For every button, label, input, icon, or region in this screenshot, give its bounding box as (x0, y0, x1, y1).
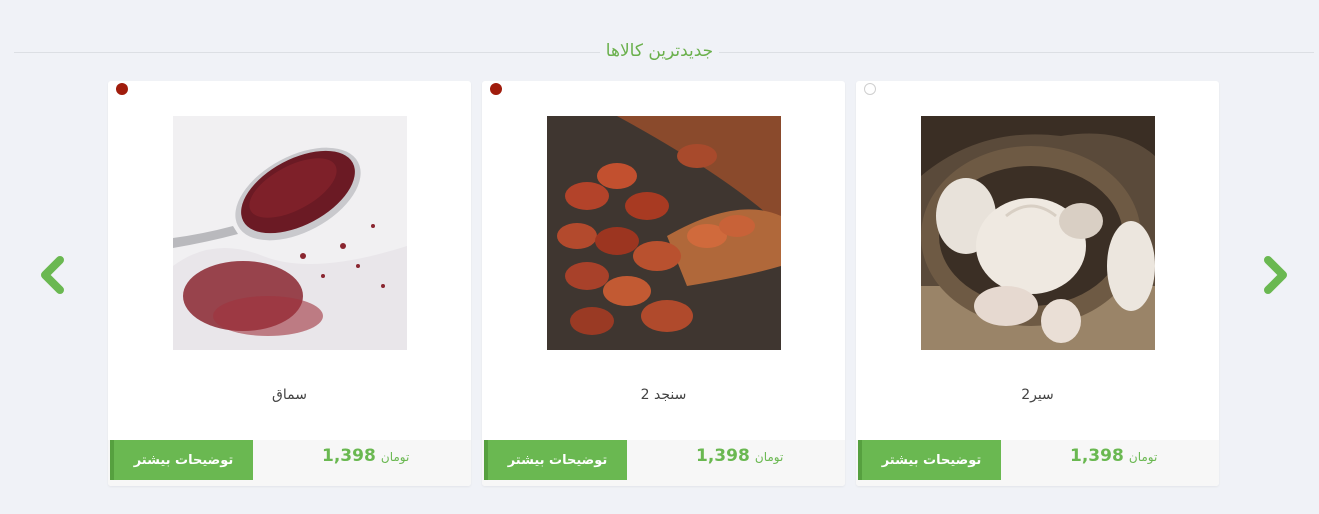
price-amount: 1,398 (322, 446, 376, 466)
status-dot (490, 83, 502, 95)
product-price: تومان 1,398 (1070, 446, 1161, 466)
chevron-right-icon (1264, 256, 1287, 294)
product-name[interactable]: سیر2 (856, 387, 1219, 403)
more-details-button[interactable]: توضیحات بیشتر (858, 440, 1001, 480)
product-image-oleaster[interactable] (547, 116, 781, 350)
product-name[interactable]: سنجد 2 (482, 387, 845, 403)
carousel-next-button[interactable] (1254, 252, 1294, 298)
currency-label: تومان (754, 450, 784, 464)
product-price: تومان 1,398 (696, 446, 787, 466)
product-card[interactable]: سنجد 2 توضیحات بیشتر تومان 1,398 (482, 81, 845, 486)
product-card[interactable]: سماق توضیحات بیشتر تومان 1,398 (108, 81, 471, 486)
product-card[interactable]: سیر2 توضیحات بیشتر تومان 1,398 (856, 81, 1219, 486)
card-footer: توضیحات بیشتر تومان 1,398 (108, 440, 471, 486)
price-amount: 1,398 (696, 446, 750, 466)
product-name[interactable]: سماق (108, 387, 471, 403)
currency-label: تومان (380, 450, 410, 464)
currency-label: تومان (1128, 450, 1158, 464)
status-dot (864, 83, 876, 95)
product-price: تومان 1,398 (322, 446, 413, 466)
product-image-sumac[interactable] (173, 116, 407, 350)
card-footer: توضیحات بیشتر تومان 1,398 (482, 440, 845, 486)
section-title-text: جدیدترین کالاها (599, 38, 720, 64)
status-dot (116, 83, 128, 95)
carousel-prev-button[interactable] (34, 252, 74, 298)
card-footer: توضیحات بیشتر تومان 1,398 (856, 440, 1219, 486)
more-details-button[interactable]: توضیحات بیشتر (484, 440, 627, 480)
price-amount: 1,398 (1070, 446, 1124, 466)
section-title: جدیدترین کالاها (0, 38, 1319, 64)
more-details-button[interactable]: توضیحات بیشتر (110, 440, 253, 480)
product-image-garlic[interactable] (921, 116, 1155, 350)
chevron-left-icon (41, 256, 64, 294)
